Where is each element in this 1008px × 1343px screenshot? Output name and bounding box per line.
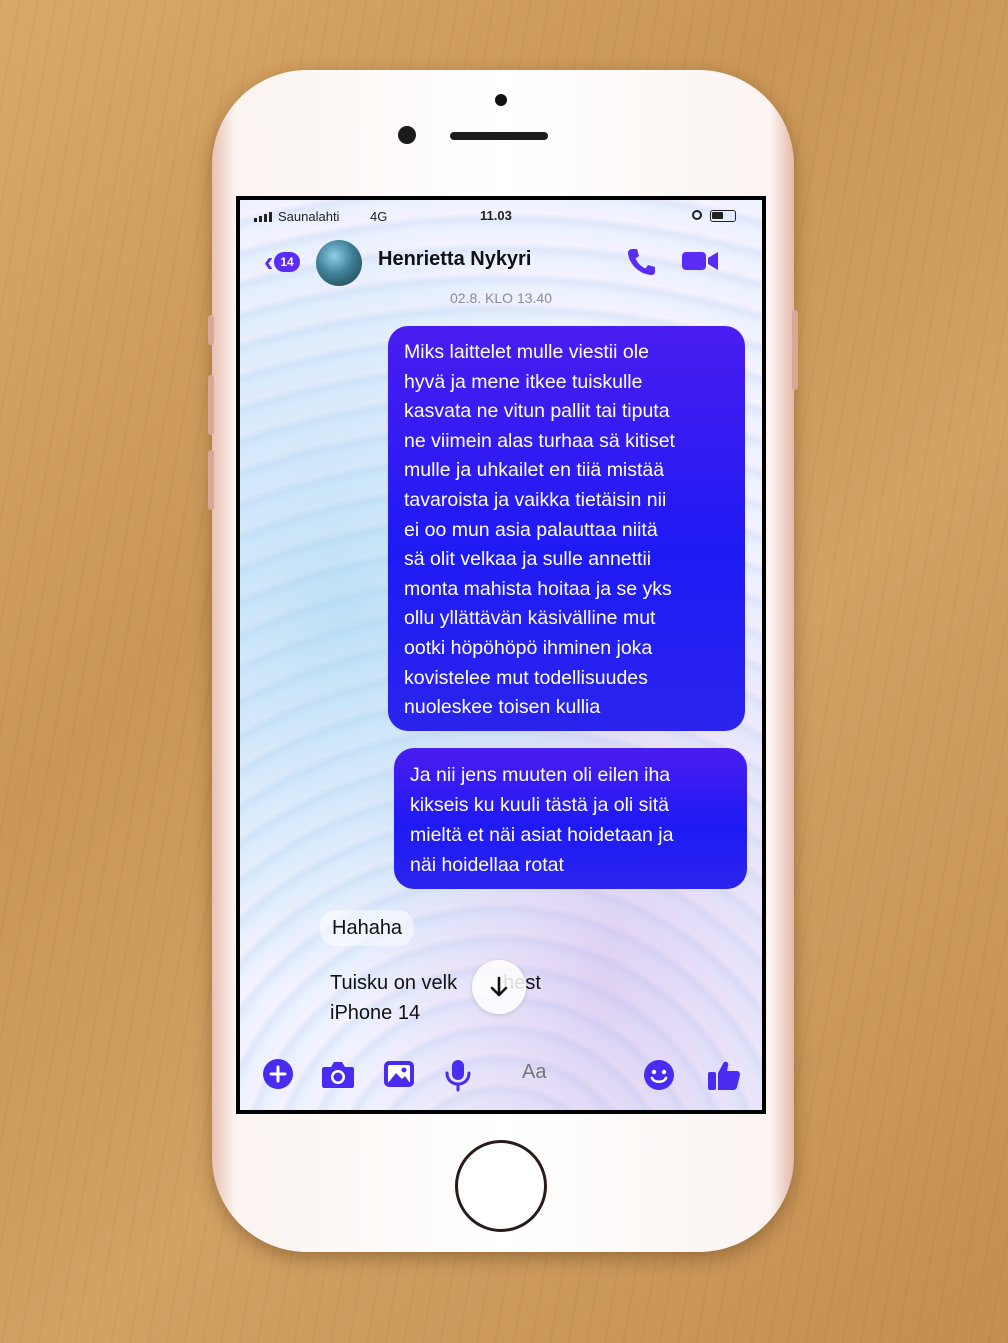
power-button bbox=[792, 310, 798, 390]
message-line: Tuisku on velk bbox=[330, 972, 458, 994]
message-composer: Aa bbox=[240, 1048, 762, 1100]
gallery-icon[interactable] bbox=[382, 1058, 416, 1090]
message-input[interactable]: Aa bbox=[522, 1061, 546, 1084]
signal-strength-icon bbox=[254, 212, 272, 222]
received-message-bubble[interactable]: Tuisku on velkhest iPhone 14 bbox=[330, 968, 590, 1028]
network-type: 4G bbox=[370, 209, 388, 224]
volume-up-button bbox=[208, 375, 214, 435]
carrier-name: Saunalahti bbox=[278, 209, 340, 224]
battery-icon bbox=[710, 210, 736, 222]
message-line: nuoleskee toisen kullia bbox=[404, 696, 601, 719]
plus-icon[interactable] bbox=[262, 1058, 294, 1090]
proximity-sensor bbox=[495, 94, 507, 106]
scroll-to-bottom-button[interactable] bbox=[472, 960, 526, 1014]
video-camera-icon[interactable] bbox=[680, 246, 720, 276]
contact-avatar[interactable] bbox=[316, 240, 362, 286]
front-camera bbox=[398, 126, 416, 144]
sent-message-bubble[interactable]: Miks laittelet mulle viestii ole hyvä ja… bbox=[388, 326, 745, 731]
microphone-icon[interactable] bbox=[444, 1058, 472, 1092]
message-line: Miks laittelet mulle viestii ole bbox=[404, 341, 649, 363]
phone-screen: Saunalahti 4G 11.03 ‹ 14 Henrietta Nykyr… bbox=[236, 196, 766, 1114]
message-line: tavaroista ja vaikka tietäisin nii bbox=[404, 488, 667, 511]
message-line: kovistelee mut todellisuudes bbox=[404, 666, 648, 689]
message-line: ollu yllättävän käsivälline mut bbox=[404, 607, 656, 630]
contact-name[interactable]: Henrietta Nykyri bbox=[378, 248, 531, 271]
message-timestamp: 02.8. KLO 13.40 bbox=[450, 290, 552, 306]
mute-switch bbox=[208, 315, 214, 345]
messenger-chat-screen: Saunalahti 4G 11.03 ‹ 14 Henrietta Nykyr… bbox=[240, 200, 762, 1110]
thumbs-up-icon[interactable] bbox=[706, 1058, 742, 1092]
message-line: ei oo mun asia palauttaa niitä bbox=[404, 518, 658, 541]
received-message-bubble[interactable]: Hahaha bbox=[320, 910, 415, 946]
message-line: hyvä ja mene itkee tuiskulle bbox=[404, 370, 643, 393]
message-line: ne viimein alas turhaa sä kitiset bbox=[404, 429, 675, 452]
phone-icon[interactable] bbox=[624, 246, 658, 276]
chevron-left-icon: ‹ bbox=[264, 246, 274, 277]
message-line: mieltä et näi asiat hoidetaan ja bbox=[410, 824, 674, 846]
status-bar: Saunalahti 4G 11.03 bbox=[240, 200, 762, 228]
clock: 11.03 bbox=[480, 208, 512, 223]
message-line: kikseis ku kuuli tästä ja oli sitä bbox=[410, 794, 670, 816]
unread-count-badge: 14 bbox=[274, 252, 300, 272]
volume-down-button bbox=[208, 450, 214, 510]
earpiece-speaker bbox=[450, 132, 548, 140]
chat-header: ‹ 14 Henrietta Nykyri bbox=[240, 236, 762, 292]
message-line: Ja nii jens muuten oli eilen iha bbox=[410, 764, 671, 786]
message-line: kasvata ne vitun pallit tai tiputa bbox=[404, 400, 670, 423]
message-line: iPhone 14 bbox=[330, 1002, 421, 1024]
home-button[interactable] bbox=[455, 1140, 547, 1232]
orientation-lock-icon bbox=[692, 210, 702, 220]
message-line: näi hoidellaa rotat bbox=[410, 854, 564, 876]
sent-message-bubble[interactable]: Ja nii jens muuten oli eilen iha kikseis… bbox=[394, 748, 747, 889]
message-line: monta mahista hoitaa ja se yks bbox=[404, 577, 672, 600]
message-line: mulle ja uhkailet en tiiä mistää bbox=[404, 459, 665, 482]
back-button[interactable]: ‹ 14 bbox=[264, 248, 300, 276]
camera-icon[interactable] bbox=[320, 1058, 356, 1090]
emoji-icon[interactable] bbox=[642, 1058, 676, 1092]
arrow-down-icon bbox=[490, 976, 508, 997]
message-line: ootki höpöhöpö ihminen joka bbox=[404, 636, 653, 659]
message-line: sä olit velkaa ja sulle annettii bbox=[404, 548, 652, 571]
